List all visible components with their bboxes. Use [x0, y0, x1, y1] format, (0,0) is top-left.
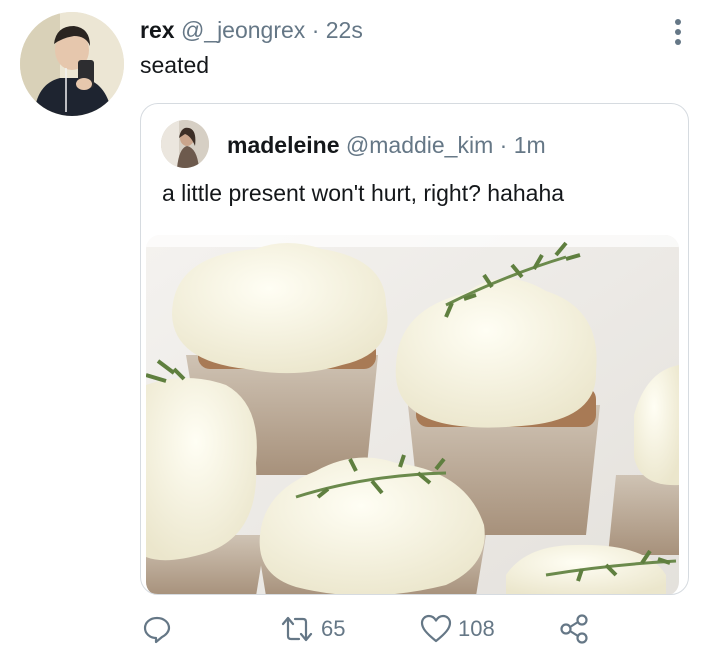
- quoted-author-name: madeleine: [227, 132, 340, 158]
- share-button[interactable]: [558, 604, 590, 654]
- like-button[interactable]: 108: [420, 604, 495, 654]
- header-separator: ·: [311, 17, 320, 43]
- more-vertical-icon[interactable]: [664, 16, 692, 48]
- quoted-avatar-image: [161, 120, 209, 168]
- reply-icon: [143, 616, 171, 644]
- avatar-image: [20, 12, 124, 116]
- tweet-header: rex @_jeongrex · 22s: [140, 14, 363, 46]
- quoted-author-handle: @maddie_kim: [345, 132, 494, 158]
- quoted-tweet-time: 1m: [513, 132, 546, 158]
- cupcakes-photo[interactable]: [146, 235, 679, 594]
- quoted-header-separator: ·: [499, 132, 508, 158]
- share-icon: [560, 614, 588, 644]
- tweet-actions: 65 108: [0, 604, 719, 654]
- quoted-author-avatar: [161, 120, 209, 168]
- quoted-tweet-card[interactable]: madeleine @maddie_kim · 1m a little pres…: [140, 103, 689, 595]
- retweet-button[interactable]: 65: [279, 604, 345, 654]
- quoted-tweet-text: a little present won't hurt, right? haha…: [162, 180, 565, 206]
- photo-image: [146, 235, 679, 594]
- retweet-icon: [281, 616, 313, 642]
- retweet-count: 65: [321, 616, 346, 641]
- author-name[interactable]: rex: [140, 17, 175, 43]
- heart-icon: [420, 614, 452, 643]
- tweet-time[interactable]: 22s: [326, 17, 363, 43]
- author-handle[interactable]: @_jeongrex: [181, 17, 305, 43]
- reply-button[interactable]: [142, 604, 172, 654]
- tweet-text: seated: [140, 52, 210, 78]
- like-count: 108: [458, 616, 495, 641]
- author-avatar[interactable]: [20, 12, 124, 116]
- quoted-tweet-header: madeleine @maddie_kim · 1m: [227, 129, 546, 161]
